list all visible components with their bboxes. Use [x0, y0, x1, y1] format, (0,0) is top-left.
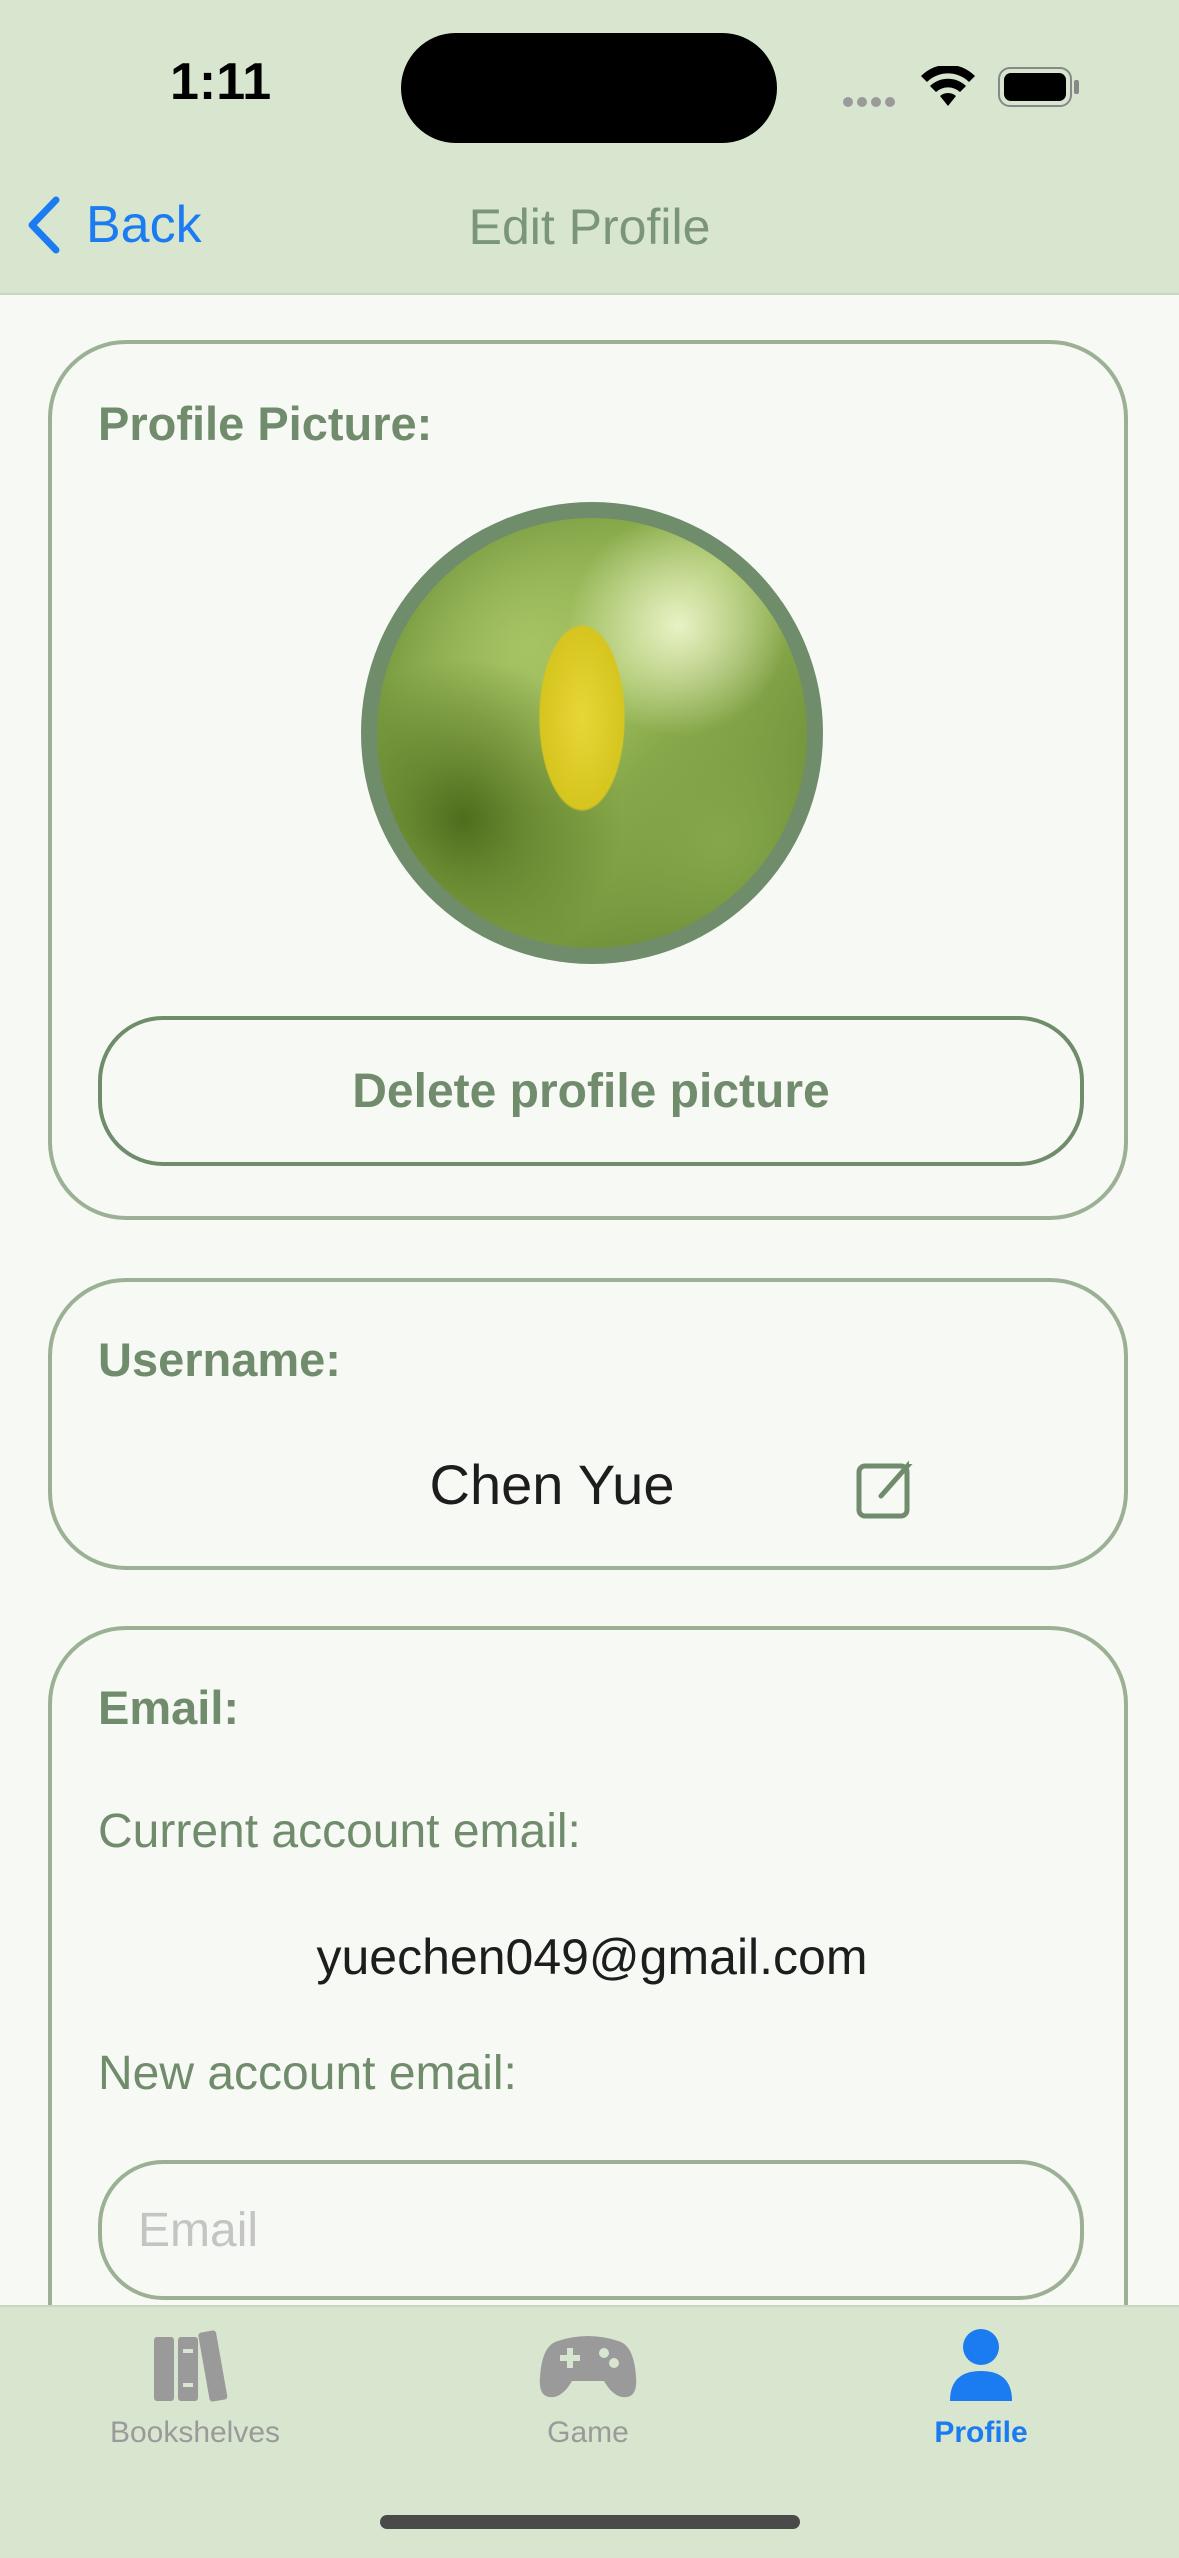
tab-label-game: Game — [547, 2416, 629, 2449]
person-icon — [950, 2329, 1012, 2401]
home-indicator — [380, 2515, 800, 2529]
username-card: Username: Chen Yue — [48, 1278, 1128, 1570]
navigation-bar: 1:11 Back Edit Profile — [0, 0, 1179, 295]
status-time: 1:11 — [170, 53, 272, 111]
username-label: Username: — [98, 1333, 341, 1386]
wifi-icon — [921, 66, 975, 106]
avatar-image — [377, 518, 807, 948]
avatar[interactable] — [361, 502, 823, 964]
profile-picture-label: Profile Picture: — [98, 397, 433, 450]
tab-bookshelves[interactable]: Bookshelves — [45, 2327, 345, 2450]
current-email-value: yuechen049@gmail.com — [316, 1929, 868, 1985]
edit-icon[interactable] — [855, 1456, 919, 1520]
profile-picture-card: Profile Picture: Delete profile picture — [48, 340, 1128, 1220]
page-title: Edit Profile — [468, 199, 711, 255]
gamepad-icon — [539, 2336, 637, 2398]
delete-profile-picture-button[interactable]: Delete profile picture — [98, 1016, 1084, 1166]
cellular-signal-icon — [843, 94, 899, 112]
tab-label-profile: Profile — [934, 2416, 1028, 2449]
tab-profile[interactable]: Profile — [831, 2327, 1131, 2450]
tab-game[interactable]: Game — [438, 2327, 738, 2450]
new-email-input[interactable] — [98, 2160, 1084, 2300]
new-email-label: New account email: — [98, 2047, 517, 2100]
dynamic-island — [401, 33, 777, 143]
email-card: Email: Current account email: yuechen049… — [48, 1626, 1128, 2406]
email-label: Email: — [98, 1681, 240, 1734]
current-email-label: Current account email: — [98, 1805, 581, 1858]
battery-icon — [998, 67, 1079, 107]
books-icon — [154, 2330, 228, 2402]
tab-label-bookshelves: Bookshelves — [109, 2416, 281, 2449]
